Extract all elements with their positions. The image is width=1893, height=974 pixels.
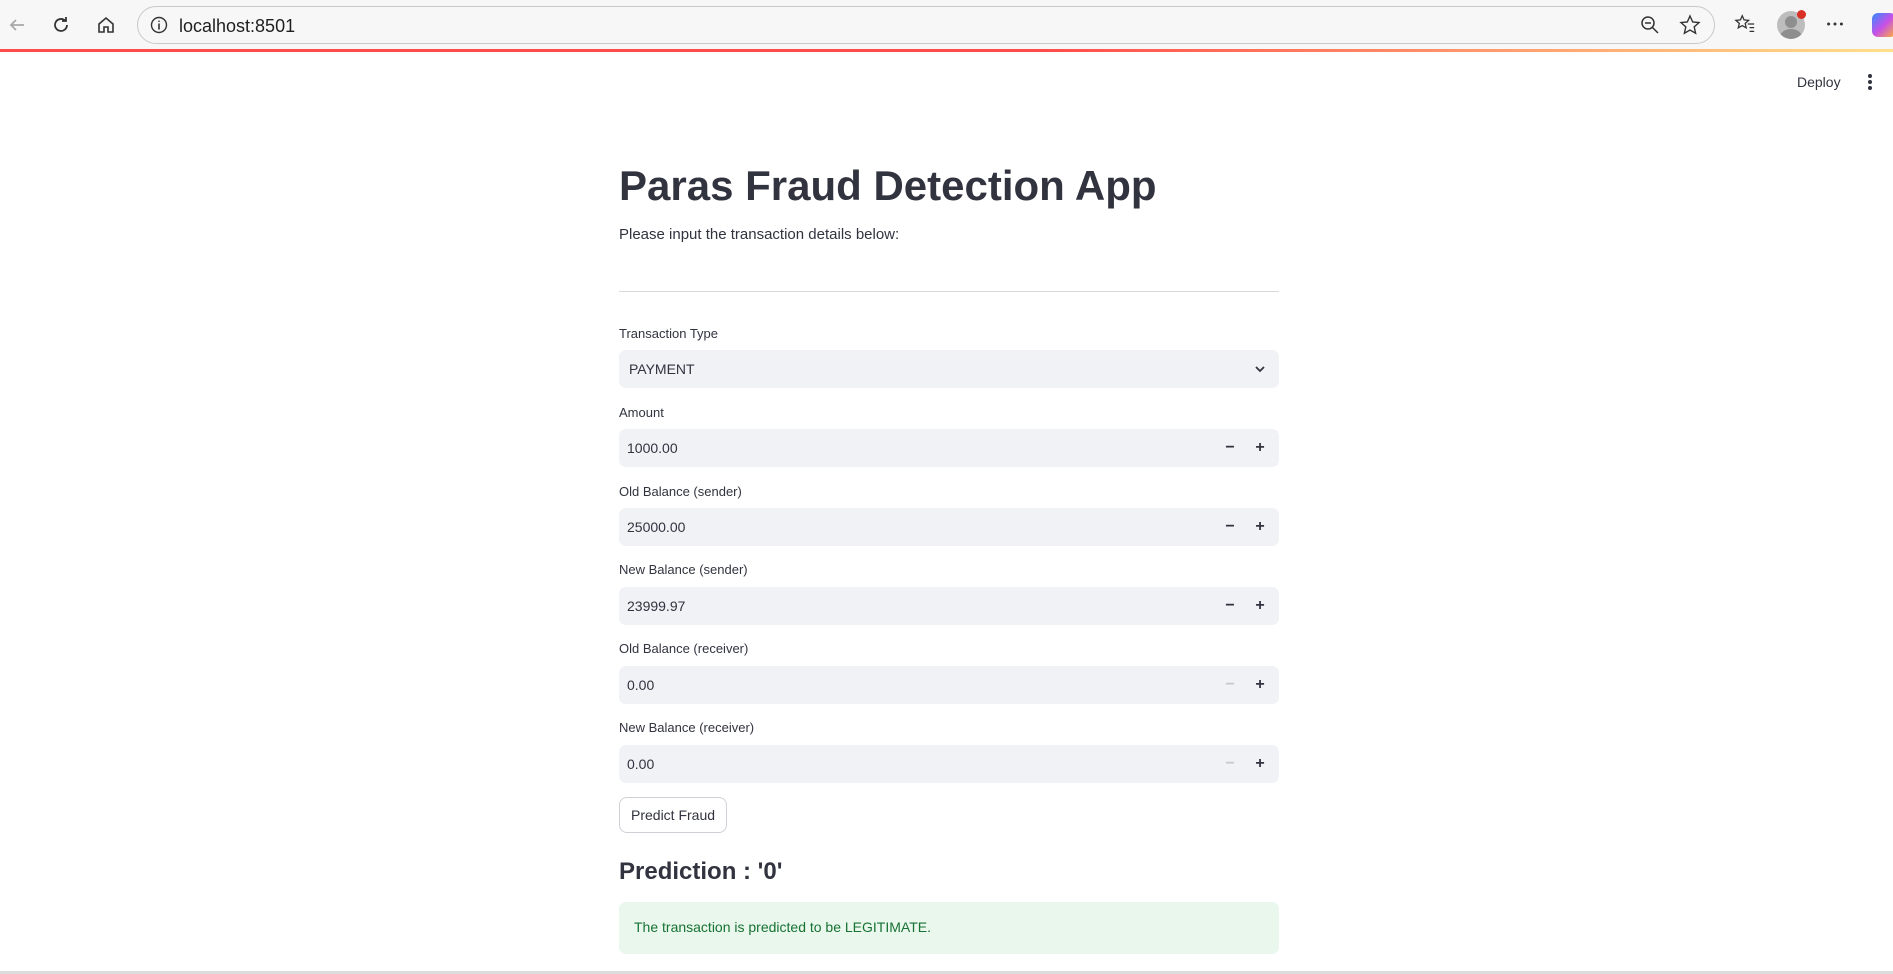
amount-value[interactable]: 1000.00: [627, 440, 678, 456]
old-balance-sender-input[interactable]: 25000.00 − +: [619, 508, 1279, 546]
new-balance-receiver-label: New Balance (receiver): [619, 720, 755, 735]
new-balance-sender-decrement-button[interactable]: −: [1215, 587, 1245, 625]
loading-bar: [0, 49, 1893, 52]
old-balance-sender-value[interactable]: 25000.00: [627, 519, 685, 535]
new-balance-sender-label: New Balance (sender): [619, 562, 748, 577]
notification-dot: [1797, 10, 1806, 19]
old-balance-receiver-input[interactable]: 0.00 − +: [619, 666, 1279, 704]
copilot-icon[interactable]: [1872, 13, 1893, 37]
back-arrow-icon[interactable]: [0, 8, 34, 42]
old-balance-sender-label: Old Balance (sender): [619, 484, 742, 499]
divider: [619, 291, 1279, 292]
transaction-type-select[interactable]: PAYMENT: [619, 350, 1279, 388]
reload-icon[interactable]: [44, 8, 78, 42]
amount-label: Amount: [619, 405, 664, 420]
amount-increment-button[interactable]: +: [1245, 429, 1275, 467]
browser-toolbar: localhost:8501: [0, 0, 1893, 49]
main-content: Paras Fraud Detection App Please input t…: [619, 160, 1279, 954]
transaction-type-value: PAYMENT: [629, 361, 695, 377]
new-balance-receiver-input[interactable]: 0.00 − +: [619, 745, 1279, 783]
more-icon[interactable]: [1821, 10, 1849, 38]
zoom-out-icon[interactable]: [1640, 15, 1660, 35]
old-balance-sender-increment-button[interactable]: +: [1245, 508, 1275, 546]
old-balance-receiver-label: Old Balance (receiver): [619, 641, 749, 656]
amount-input[interactable]: 1000.00 − +: [619, 429, 1279, 467]
old-balance-receiver-increment-button[interactable]: +: [1245, 666, 1275, 704]
chevron-down-icon: [1255, 366, 1265, 373]
new-balance-receiver-value[interactable]: 0.00: [627, 756, 654, 772]
kebab-menu-icon[interactable]: [1865, 73, 1875, 93]
page-title: Paras Fraud Detection App: [619, 162, 1157, 209]
old-balance-receiver-decrement-button[interactable]: −: [1215, 666, 1245, 704]
favorites-icon[interactable]: [1731, 10, 1759, 38]
deploy-button[interactable]: Deploy: [1797, 74, 1841, 90]
home-icon[interactable]: [89, 8, 123, 42]
new-balance-sender-increment-button[interactable]: +: [1245, 587, 1275, 625]
new-balance-sender-input[interactable]: 23999.97 − +: [619, 587, 1279, 625]
address-bar[interactable]: localhost:8501: [137, 6, 1715, 44]
old-balance-sender-decrement-button[interactable]: −: [1215, 508, 1245, 546]
new-balance-receiver-decrement-button[interactable]: −: [1215, 745, 1245, 783]
predict-fraud-button[interactable]: Predict Fraud: [619, 797, 728, 833]
prediction-heading: Prediction : '0': [619, 858, 783, 885]
transaction-type-label: Transaction Type: [619, 326, 718, 341]
subtitle: Please input the transaction details bel…: [619, 226, 900, 243]
amount-decrement-button[interactable]: −: [1215, 429, 1245, 467]
info-icon[interactable]: [150, 16, 168, 34]
old-balance-receiver-value[interactable]: 0.00: [627, 677, 654, 693]
success-alert: The transaction is predicted to be LEGIT…: [619, 902, 1279, 954]
star-icon[interactable]: [1679, 14, 1701, 36]
new-balance-receiver-increment-button[interactable]: +: [1245, 745, 1275, 783]
result-message: The transaction is predicted to be LEGIT…: [634, 919, 931, 935]
new-balance-sender-value[interactable]: 23999.97: [627, 598, 685, 614]
url-text[interactable]: localhost:8501: [179, 16, 295, 37]
